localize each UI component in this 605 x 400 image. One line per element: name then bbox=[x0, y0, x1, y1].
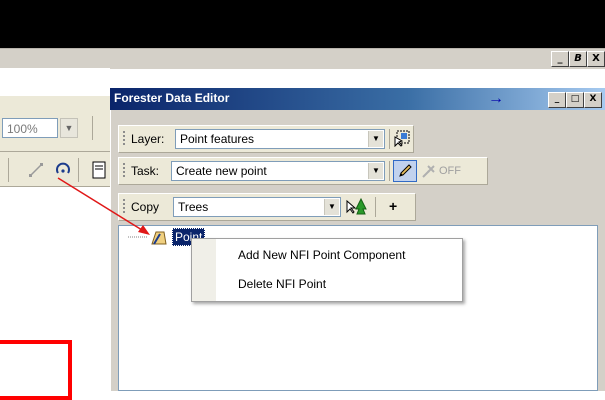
red-annotation-arrow bbox=[57, 177, 150, 235]
